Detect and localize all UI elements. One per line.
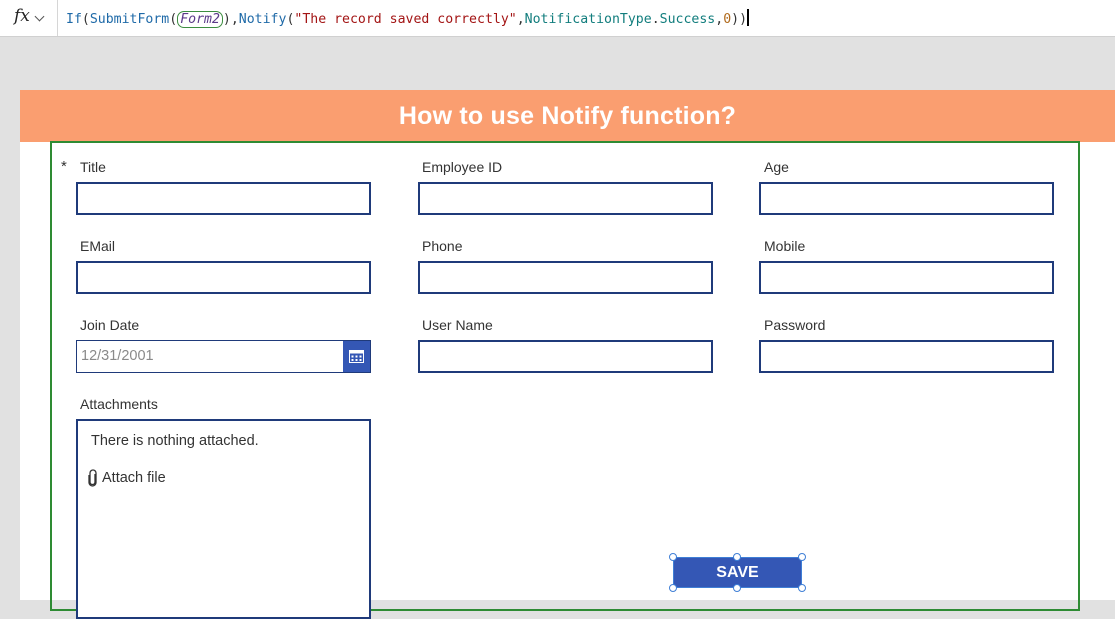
join-date-picker[interactable]: 12/31/2001 <box>76 340 371 373</box>
paperclip-icon <box>88 469 97 487</box>
attachments-control[interactable]: There is nothing attached. Attach file <box>76 419 371 619</box>
formula-token-success: Success <box>659 12 716 27</box>
formula-token-paren: ( <box>81 12 90 27</box>
mobile-input[interactable] <box>759 261 1054 294</box>
mobile-label: Mobile <box>764 238 806 254</box>
resize-handle-top-left[interactable] <box>669 553 677 561</box>
title-label: Title <box>80 159 106 175</box>
user-name-input[interactable] <box>418 340 713 373</box>
age-label: Age <box>764 159 789 175</box>
header-bar: How to use Notify function? <box>20 90 1115 142</box>
fx-icon: fx <box>14 6 30 26</box>
formula-token-submitform: SubmitForm <box>89 12 170 27</box>
attach-file-label: Attach file <box>102 470 166 486</box>
phone-label: Phone <box>422 238 463 254</box>
required-marker: * <box>61 158 67 175</box>
resize-handle-bottom-right[interactable] <box>798 584 806 592</box>
formula-token-notify: Notify <box>238 12 287 27</box>
employee-id-label: Employee ID <box>422 159 503 175</box>
formula-token-timeout: 0 <box>723 12 732 27</box>
chevron-down-icon <box>34 11 45 22</box>
resize-handle-top-right[interactable] <box>798 553 806 561</box>
formula-token-if: If <box>66 12 82 27</box>
fx-button[interactable]: fx <box>0 0 58 36</box>
resize-handle-bottom-left[interactable] <box>669 584 677 592</box>
attach-file-button[interactable]: Attach file <box>87 469 166 487</box>
formula-token-comma: , <box>715 12 724 27</box>
join-date-value: 12/31/2001 <box>81 348 154 364</box>
app-screen: How to use Notify function? * Title Empl… <box>20 90 1115 619</box>
formula-token-paren: ( <box>169 12 178 27</box>
user-name-label: User Name <box>422 317 493 333</box>
email-label: EMail <box>80 238 116 254</box>
resize-handle-bottom[interactable] <box>733 584 741 592</box>
calendar-icon <box>349 350 364 363</box>
email-input[interactable] <box>76 261 371 294</box>
formula-token-paren: )) <box>731 12 748 27</box>
attachments-label: Attachments <box>80 396 158 412</box>
password-input[interactable] <box>759 340 1054 373</box>
formula-token-paren: ), <box>222 12 239 27</box>
resize-handle-top[interactable] <box>733 553 741 561</box>
formula-token-dot: . <box>651 12 660 27</box>
formula-input[interactable]: If(SubmitForm(Form2),Notify("The record … <box>66 9 750 28</box>
formula-bar: fx If(SubmitForm(Form2),Notify("The reco… <box>0 0 1115 37</box>
text-caret <box>747 9 750 26</box>
phone-input[interactable] <box>418 261 713 294</box>
edit-form[interactable]: * Title Employee ID Age EMail Phone Mobi… <box>50 141 1080 619</box>
password-label: Password <box>764 317 826 333</box>
calendar-button[interactable] <box>343 341 370 372</box>
title-input[interactable] <box>76 182 371 215</box>
formula-token-form-ref: Form2 <box>177 11 223 28</box>
page-title: How to use Notify function? <box>398 101 737 130</box>
age-input[interactable] <box>759 182 1054 215</box>
formula-token-comma: , <box>516 12 525 27</box>
join-date-label: Join Date <box>80 317 140 333</box>
save-button-selection: SAVE <box>669 553 806 592</box>
formula-token-notificationtype: NotificationType <box>524 12 652 27</box>
formula-token-message: "The record saved correctly" <box>294 12 517 27</box>
attachments-empty-text: There is nothing attached. <box>91 433 259 449</box>
employee-id-input[interactable] <box>418 182 713 215</box>
